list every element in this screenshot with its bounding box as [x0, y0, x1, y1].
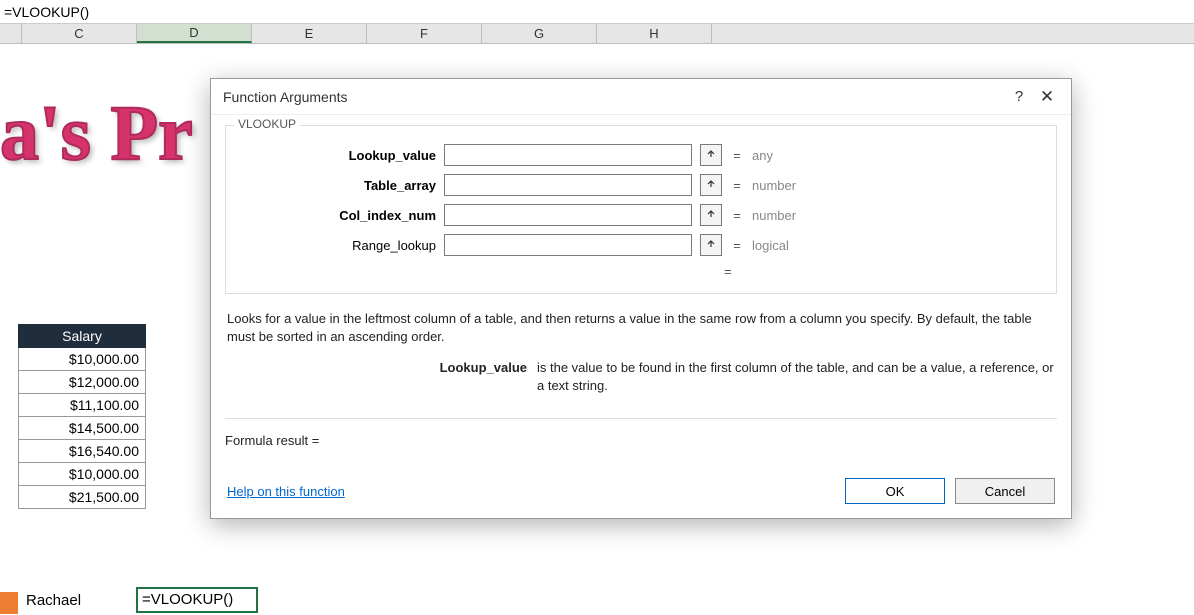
dialog-title: Function Arguments: [223, 89, 1005, 105]
arg-label: Col_index_num: [236, 208, 436, 223]
salary-cell[interactable]: $11,100.00: [18, 394, 146, 417]
equals-sign: =: [730, 208, 744, 223]
function-name-label: VLOOKUP: [234, 117, 300, 131]
help-link[interactable]: Help on this function: [227, 484, 835, 499]
col-index-num-input[interactable]: [444, 204, 692, 226]
row-header-gutter: [0, 24, 22, 43]
arg-label: Table_array: [236, 178, 436, 193]
salary-cell[interactable]: $21,500.00: [18, 486, 146, 509]
arg-row-table-array: Table_array = number: [236, 174, 1046, 196]
function-arguments-dialog: Function Arguments ? ✕ VLOOKUP Lookup_va…: [210, 78, 1072, 519]
collapse-dialog-icon[interactable]: [700, 234, 722, 256]
formula-bar-text: =VLOOKUP(): [4, 4, 89, 20]
close-icon[interactable]: ✕: [1033, 83, 1061, 111]
active-cell[interactable]: =VLOOKUP(): [136, 587, 258, 613]
dialog-titlebar[interactable]: Function Arguments ? ✕: [211, 79, 1071, 115]
description-text: Looks for a value in the leftmost column…: [227, 311, 1032, 344]
equals-sign: =: [724, 264, 732, 279]
param-name: Lookup_value: [227, 359, 527, 394]
range-lookup-input[interactable]: [444, 234, 692, 256]
arg-row-col-index-num: Col_index_num = number: [236, 204, 1046, 226]
salary-header-cell[interactable]: Salary: [18, 324, 146, 348]
formula-result-row: Formula result =: [225, 418, 1057, 448]
dialog-footer: Help on this function OK Cancel: [225, 468, 1057, 506]
column-headers: C D E F G H: [0, 24, 1194, 44]
formula-bar[interactable]: =VLOOKUP(): [0, 0, 1194, 24]
arg-row-range-lookup: Range_lookup = logical: [236, 234, 1046, 256]
active-cell-content: =VLOOKUP(): [142, 591, 233, 608]
arg-type: logical: [752, 238, 789, 253]
arg-label: Range_lookup: [236, 238, 436, 253]
col-header-g[interactable]: G: [482, 24, 597, 43]
function-fieldset: VLOOKUP Lookup_value = any Table_array =…: [225, 125, 1057, 294]
collapse-dialog-icon[interactable]: [700, 144, 722, 166]
result-equals-row: =: [236, 264, 1046, 279]
salary-cell[interactable]: $10,000.00: [18, 463, 146, 486]
arg-type: number: [752, 178, 796, 193]
equals-sign: =: [730, 178, 744, 193]
title-graphic: a's Pr: [0, 94, 193, 172]
dialog-body: VLOOKUP Lookup_value = any Table_array =…: [211, 115, 1071, 518]
col-header-h[interactable]: H: [597, 24, 712, 43]
lookup-value-input[interactable]: [444, 144, 692, 166]
equals-sign: =: [730, 148, 744, 163]
param-text: is the value to be found in the first co…: [537, 359, 1055, 394]
arg-type: any: [752, 148, 773, 163]
cancel-button[interactable]: Cancel: [955, 478, 1055, 504]
salary-cell[interactable]: $14,500.00: [18, 417, 146, 440]
table-array-input[interactable]: [444, 174, 692, 196]
equals-sign: =: [730, 238, 744, 253]
col-header-f[interactable]: F: [367, 24, 482, 43]
label-cell[interactable]: Rachael: [26, 592, 81, 609]
salary-cell[interactable]: $12,000.00: [18, 371, 146, 394]
help-icon[interactable]: ?: [1005, 83, 1033, 111]
color-swatch-cell[interactable]: [0, 592, 18, 614]
function-description: Looks for a value in the leftmost column…: [225, 302, 1057, 398]
collapse-dialog-icon[interactable]: [700, 174, 722, 196]
col-header-e[interactable]: E: [252, 24, 367, 43]
col-header-d[interactable]: D: [137, 24, 252, 43]
arg-type: number: [752, 208, 796, 223]
salary-cell[interactable]: $16,540.00: [18, 440, 146, 463]
collapse-dialog-icon[interactable]: [700, 204, 722, 226]
arg-label: Lookup_value: [236, 148, 436, 163]
param-description: Lookup_value is the value to be found in…: [227, 359, 1055, 394]
salary-cell[interactable]: $10,000.00: [18, 348, 146, 371]
formula-result-label: Formula result =: [225, 433, 319, 448]
col-header-c[interactable]: C: [22, 24, 137, 43]
salary-table: Salary $10,000.00 $12,000.00 $11,100.00 …: [18, 324, 146, 509]
ok-button[interactable]: OK: [845, 478, 945, 504]
arg-row-lookup-value: Lookup_value = any: [236, 144, 1046, 166]
